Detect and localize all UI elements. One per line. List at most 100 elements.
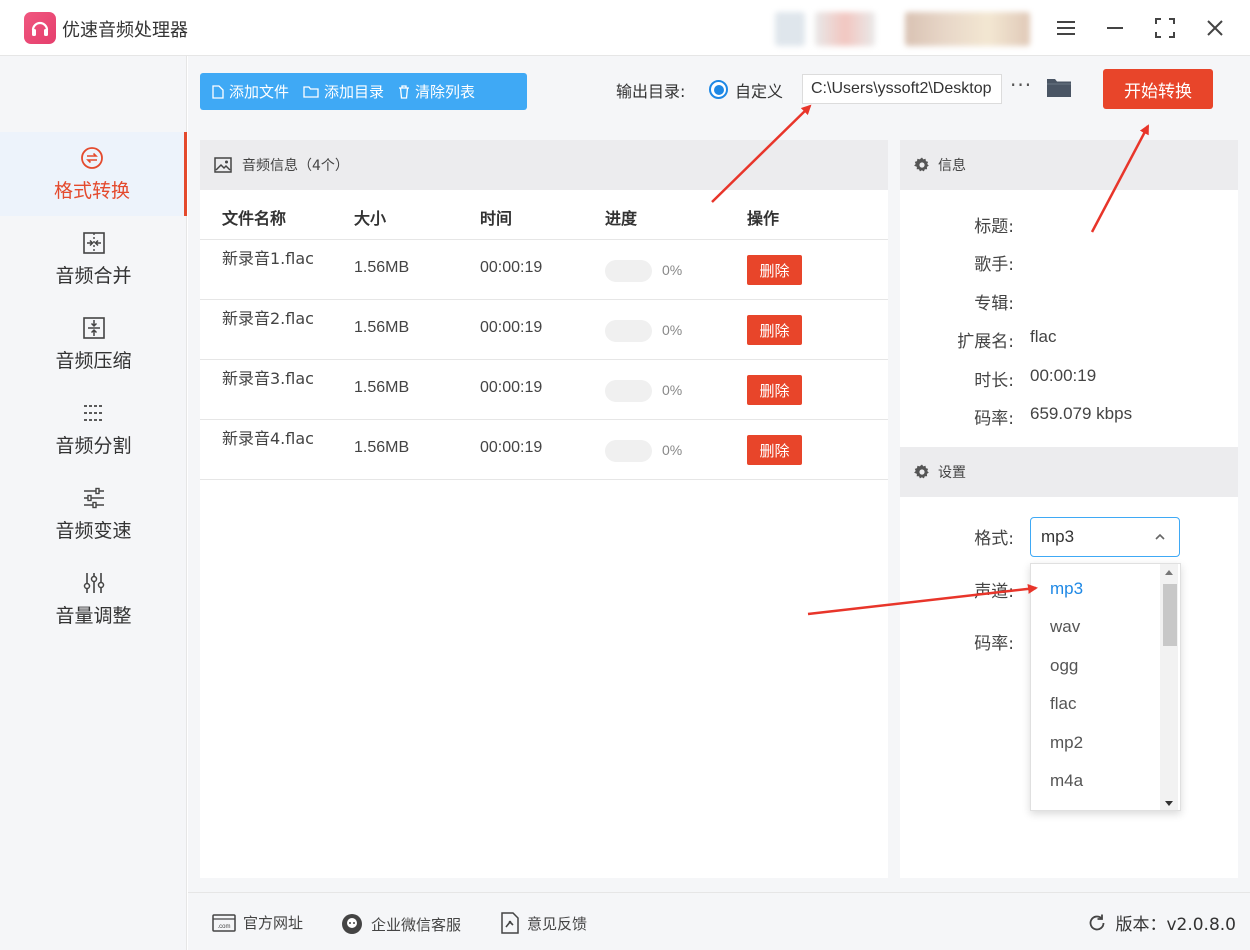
info-title: 信息: [938, 158, 966, 174]
folder-icon: [303, 86, 319, 98]
info-key: 标题:: [974, 217, 1014, 237]
file-size: 1.56MB: [354, 259, 410, 276]
clear-list-button[interactable]: 清除列表: [398, 81, 475, 102]
col-progress: 进度: [605, 209, 638, 228]
info-field-title: 标题:: [900, 212, 1238, 238]
info-field-extension: 扩展名: flac: [900, 327, 1238, 353]
progress-bar: [605, 440, 652, 462]
format-option-ogg[interactable]: ogg: [1031, 647, 1159, 685]
website-label: 官方网址: [243, 914, 304, 932]
format-option-mp3[interactable]: mp3: [1031, 570, 1159, 608]
refresh-icon: [1090, 914, 1105, 930]
website-icon: .com: [212, 913, 236, 932]
chevron-up-icon: [1155, 533, 1165, 540]
output-path-input[interactable]: C:\Users\yssoft2\Desktop: [802, 74, 1002, 104]
file-size: 1.56MB: [354, 439, 410, 456]
progress-text: 0%: [662, 442, 683, 458]
split-icon: [83, 404, 104, 421]
format-option-m4a[interactable]: m4a: [1031, 762, 1159, 800]
start-convert-button[interactable]: 开始转换: [1103, 69, 1213, 109]
sidebar-item-compress[interactable]: 音频压缩: [0, 302, 187, 386]
channel-label: 声道:: [974, 582, 1014, 602]
delete-button[interactable]: 删除: [747, 375, 802, 405]
file-size: 1.56MB: [354, 379, 410, 396]
sidebar-item-speed[interactable]: 音频变速: [0, 472, 187, 556]
delete-button[interactable]: 删除: [747, 315, 802, 345]
sidebar-item-label: 音频合并: [55, 264, 132, 287]
info-key: 专辑:: [974, 294, 1014, 314]
app-logo-icon: [24, 12, 56, 44]
file-name: 新录音2.flac: [222, 309, 314, 328]
col-name: 文件名称: [222, 209, 287, 228]
feedback-link[interactable]: 意见反馈: [500, 912, 587, 934]
audio-panel-header: 音频信息（4个）: [200, 140, 888, 190]
table-row[interactable]: 新录音2.flac 1.56MB 00:00:19 0% 删除: [200, 300, 888, 360]
wechat-link[interactable]: 企业微信客服: [340, 912, 461, 936]
gear-icon: [914, 157, 929, 172]
footer: .com 官方网址 企业微信客服 意见反馈 版本：v2.0.8.0: [188, 892, 1250, 950]
menu-icon[interactable]: [1052, 14, 1080, 42]
col-time: 时间: [480, 209, 513, 228]
info-value: 659.079 kbps: [1030, 404, 1133, 423]
maximize-icon[interactable]: [1151, 14, 1179, 42]
minimize-icon[interactable]: [1101, 14, 1129, 42]
info-header: 信息: [900, 140, 1238, 190]
delete-button[interactable]: 删除: [747, 435, 802, 465]
blurred-account-info: [905, 12, 1030, 46]
scroll-thumb[interactable]: [1163, 584, 1177, 646]
custom-radio[interactable]: [709, 80, 728, 99]
feedback-label: 意见反馈: [527, 914, 588, 933]
audio-panel-title: 音频信息（4个）: [242, 158, 349, 174]
open-folder-icon[interactable]: [1046, 76, 1072, 102]
delete-button[interactable]: 删除: [747, 255, 802, 285]
dropdown-scrollbar[interactable]: [1160, 564, 1178, 810]
close-icon[interactable]: [1201, 14, 1229, 42]
sidebar-item-split[interactable]: 音频分割: [0, 387, 187, 471]
table-header: 文件名称 大小 时间 进度 操作: [200, 190, 888, 240]
format-selected-value: mp3: [1041, 527, 1075, 546]
info-field-bitrate: 码率: 659.079 kbps: [900, 404, 1238, 430]
clear-list-label: 清除列表: [415, 83, 476, 101]
format-convert-icon: [81, 146, 103, 169]
format-option-mp2[interactable]: mp2: [1031, 724, 1159, 762]
trash-icon: [399, 84, 410, 99]
format-select[interactable]: mp3: [1030, 517, 1180, 557]
version-info[interactable]: 版本：v2.0.8.0: [1087, 910, 1236, 935]
add-dir-button[interactable]: 添加目录: [303, 81, 384, 102]
info-field-duration: 时长: 00:00:19: [900, 366, 1238, 392]
progress-bar: [605, 260, 652, 282]
progress-bar: [605, 380, 652, 402]
output-dir-label: 输出目录:: [616, 82, 686, 101]
sidebar: 格式转换 音频合并 音频压缩 音频分割 音频变速 音量调整: [0, 56, 187, 950]
sidebar-item-format-convert[interactable]: 格式转换: [0, 132, 187, 216]
version-label: 版本：v2.0.8.0: [1115, 915, 1236, 935]
file-name: 新录音1.flac: [222, 249, 314, 268]
info-key: 歌手:: [974, 255, 1014, 275]
info-key: 码率:: [974, 409, 1014, 429]
wechat-label: 企业微信客服: [371, 915, 462, 934]
scroll-up-icon: [1165, 570, 1173, 575]
website-link[interactable]: .com 官方网址: [212, 912, 303, 933]
format-dropdown: mp3 wav ogg flac mp2 m4a: [1030, 563, 1181, 811]
table-row[interactable]: 新录音3.flac 1.56MB 00:00:19 0% 删除: [200, 360, 888, 420]
table-row[interactable]: 新录音4.flac 1.56MB 00:00:19 0% 删除: [200, 420, 888, 480]
sidebar-item-label: 格式转换: [53, 179, 130, 202]
progress-text: 0%: [662, 262, 683, 278]
feedback-icon: [501, 912, 519, 934]
sidebar-item-merge[interactable]: 音频合并: [0, 217, 187, 301]
file-time: 00:00:19: [480, 259, 543, 276]
speed-icon: [83, 487, 104, 508]
add-file-label: 添加文件: [229, 83, 290, 101]
sidebar-item-volume[interactable]: 音量调整: [0, 557, 187, 641]
info-field-album: 专辑:: [900, 289, 1238, 315]
title-bar: 优速音频处理器: [0, 0, 1250, 56]
browse-more-button[interactable]: ···: [1010, 73, 1032, 97]
info-value: flac: [1030, 327, 1057, 346]
info-field-artist: 歌手:: [900, 250, 1238, 276]
format-option-flac[interactable]: flac: [1031, 685, 1159, 723]
format-option-wav[interactable]: wav: [1031, 608, 1159, 646]
toolbar: 添加文件 添加目录 清除列表 输出目录: 自定义 C:\Users\yssoft…: [188, 56, 1250, 128]
table-row[interactable]: 新录音1.flac 1.56MB 00:00:19 0% 删除: [200, 240, 888, 300]
progress-text: 0%: [662, 322, 683, 338]
add-file-button[interactable]: 添加文件: [212, 81, 289, 102]
